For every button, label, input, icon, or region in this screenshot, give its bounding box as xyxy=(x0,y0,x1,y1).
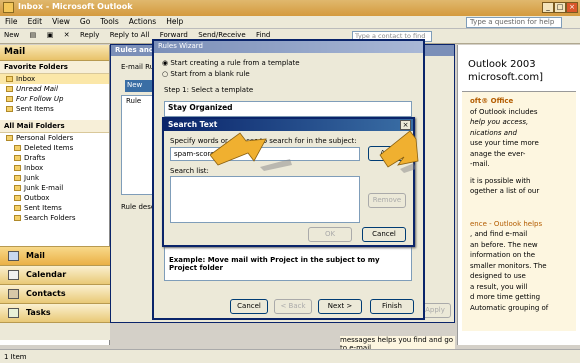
folder-outbox[interactable]: Outbox xyxy=(0,193,109,203)
status-item-count: 1 Item xyxy=(4,353,27,361)
folder-icon xyxy=(14,215,21,221)
all-folders-header: All Mail Folders xyxy=(0,120,109,133)
folder-icon xyxy=(14,205,21,211)
folder-icon xyxy=(6,86,13,92)
reading-url: microsoft.com] xyxy=(468,72,544,83)
nav-calendar-button[interactable]: Calendar xyxy=(0,265,110,284)
delete-icon[interactable]: ✕ xyxy=(60,29,74,39)
tasks-icon xyxy=(8,308,19,318)
menu-help[interactable]: Help xyxy=(161,16,188,26)
left-arrow-shadow xyxy=(260,159,292,171)
ok-button[interactable]: OK xyxy=(308,227,352,242)
folder-icon xyxy=(14,175,21,181)
reading-heading: Outlook 2003 xyxy=(468,59,536,70)
left-arrow-icon xyxy=(209,132,267,166)
folder-inbox[interactable]: Inbox xyxy=(0,163,109,173)
rule-example: Example: Move mail with Project in the s… xyxy=(164,241,412,281)
reply-all-button[interactable]: Reply to All xyxy=(106,29,154,39)
folder-icon xyxy=(6,106,13,112)
menu-edit[interactable]: Edit xyxy=(23,16,48,26)
wizard-next-button[interactable]: Next > xyxy=(318,299,362,314)
reply-button[interactable]: Reply xyxy=(76,29,103,39)
template-list[interactable]: Stay Organized xyxy=(164,101,412,117)
find-button[interactable]: Find xyxy=(252,29,274,39)
right-arrow-icon xyxy=(379,130,419,168)
step1-label: Step 1: Select a template xyxy=(164,86,254,94)
favorite-follow-up[interactable]: For Follow Up xyxy=(0,94,109,104)
new-button[interactable]: New xyxy=(0,29,23,39)
folder-junk-email[interactable]: Junk E-mail xyxy=(0,183,109,193)
nav-title: Mail xyxy=(0,45,109,61)
folder-icon xyxy=(14,185,21,191)
nav-buttons: Mail Calendar Contacts Tasks xyxy=(0,246,110,340)
menu-view[interactable]: View xyxy=(47,16,75,26)
help-search-input[interactable]: Type a question for help xyxy=(466,17,562,28)
favorite-unread[interactable]: Unread Mail xyxy=(0,84,109,94)
nav-tasks-button[interactable]: Tasks xyxy=(0,303,110,322)
folder-search[interactable]: Search Folders xyxy=(0,213,109,223)
folder-icon xyxy=(14,145,21,151)
folder-icon xyxy=(6,135,13,141)
menu-tools[interactable]: Tools xyxy=(95,16,123,26)
folder-icon xyxy=(14,155,21,161)
send-receive-button[interactable]: Send/Receive xyxy=(194,29,249,39)
window-titlebar: Inbox - Microsoft Outlook xyxy=(0,0,580,16)
minimize-icon[interactable]: _ xyxy=(542,2,554,13)
status-bar: 1 Item xyxy=(0,349,580,363)
reading-body: oft® Office of Outlook includes help you… xyxy=(462,91,576,331)
wizard-finish-button[interactable]: Finish xyxy=(370,299,414,314)
calendar-icon xyxy=(8,270,19,280)
maximize-icon[interactable]: □ xyxy=(554,2,566,13)
rules-wizard-title: Rules Wizard xyxy=(154,41,423,53)
folder-sent[interactable]: Sent Items xyxy=(0,203,109,213)
forward-button[interactable]: Forward xyxy=(156,29,192,39)
favorites-header: Favorite Folders xyxy=(0,61,109,74)
close-icon[interactable]: × xyxy=(566,2,578,13)
mail-icon xyxy=(8,251,19,261)
option-template[interactable]: ◉ Start creating a rule from a template xyxy=(154,53,423,67)
folder-junk[interactable]: Junk xyxy=(0,173,109,183)
menu-actions[interactable]: Actions xyxy=(124,16,161,26)
search-cancel-button[interactable]: Cancel xyxy=(362,227,406,242)
folder-icon xyxy=(6,76,13,82)
move-icon[interactable]: ▣ xyxy=(43,29,58,39)
nav-mail-button[interactable]: Mail xyxy=(0,246,110,265)
wizard-cancel-button[interactable]: Cancel xyxy=(230,299,268,314)
remove-button[interactable]: Remove xyxy=(368,193,406,208)
wizard-back-button[interactable]: < Back xyxy=(274,299,312,314)
annotation-arrows xyxy=(209,130,419,173)
folder-drafts[interactable]: Drafts xyxy=(0,153,109,163)
folder-icon xyxy=(14,195,21,201)
nav-contacts-button[interactable]: Contacts xyxy=(0,284,110,303)
folder-deleted[interactable]: Deleted Items xyxy=(0,143,109,153)
menu-go[interactable]: Go xyxy=(75,16,95,26)
folder-icon xyxy=(14,165,21,171)
print-icon[interactable]: ▤ xyxy=(26,29,41,39)
favorite-sent[interactable]: Sent Items xyxy=(0,104,109,114)
favorite-inbox[interactable]: Inbox xyxy=(0,74,109,84)
folder-icon xyxy=(6,96,13,102)
template-group: Stay Organized xyxy=(168,103,233,112)
reading-pane: Outlook 2003 microsoft.com] oft® Office … xyxy=(457,45,580,345)
option-blank[interactable]: ○ Start from a blank rule xyxy=(154,67,423,78)
search-list[interactable] xyxy=(170,176,360,223)
window-title: Inbox - Microsoft Outlook xyxy=(18,2,133,11)
outlook-icon xyxy=(3,2,14,13)
menu-file[interactable]: File xyxy=(0,16,23,26)
nav-shortcuts-bar xyxy=(0,322,110,340)
contacts-icon xyxy=(8,289,19,299)
folder-personal[interactable]: Personal Folders xyxy=(0,133,109,143)
